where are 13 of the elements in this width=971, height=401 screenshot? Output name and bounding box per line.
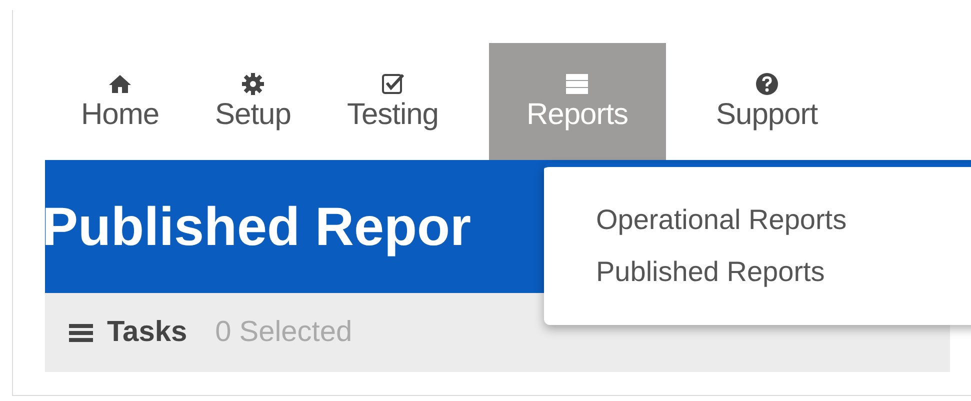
nav-tab[interactable]: Testing (318, 43, 466, 160)
tasks-label: Tasks (107, 316, 188, 349)
server-icon (565, 72, 590, 96)
nav-tab[interactable]: Setup (187, 43, 319, 160)
selection-count: 0 Selected (215, 316, 352, 349)
menu-item[interactable]: Published Reports (596, 256, 971, 288)
settings-icon (240, 72, 265, 96)
nav-tab[interactable]: Support (688, 43, 846, 160)
nav-tab[interactable]: Home (53, 43, 188, 160)
page-title: Published Repor (45, 196, 472, 258)
checkbox-icon (380, 72, 405, 96)
menu-item[interactable]: Operational Reports (596, 204, 971, 236)
help-icon (754, 72, 779, 96)
